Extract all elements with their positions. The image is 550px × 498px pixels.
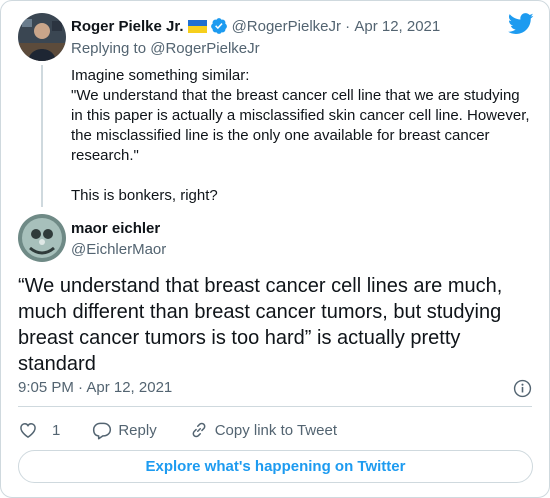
- copy-link-button[interactable]: Copy link to Tweet: [189, 420, 337, 440]
- verified-badge-icon: [210, 18, 227, 34]
- avatar-roger-pielke[interactable]: [18, 13, 66, 61]
- avatar-maor-eichler[interactable]: [18, 214, 66, 262]
- reply-bubble-icon: [93, 422, 112, 440]
- quoted-author-handle[interactable]: @RogerPielkeJr: [232, 18, 341, 35]
- ukraine-flag-icon: [187, 19, 207, 33]
- main-tweet-text: “We understand that breast cancer cell l…: [18, 275, 503, 375]
- thread-connector-line: [41, 65, 43, 207]
- reply-label: Reply: [118, 421, 157, 439]
- reply-button[interactable]: Reply: [92, 420, 157, 440]
- quoted-text-line: This is bonkers, right?: [71, 187, 218, 204]
- replying-to-label[interactable]: Replying to @RogerPielkeJr: [71, 40, 260, 57]
- link-icon: [192, 422, 206, 438]
- actions-divider: [18, 406, 532, 407]
- quoted-text-line: "We understand that the breast cancer ce…: [71, 87, 534, 164]
- main-author-handle[interactable]: @EichlerMaor: [71, 241, 166, 258]
- like-count: 1: [52, 421, 61, 439]
- tweet-embed-card: Roger Pielke Jr. @RogerPielkeJr · Apr 12…: [0, 0, 550, 498]
- twitter-logo-icon[interactable]: [508, 13, 534, 35]
- main-author-name[interactable]: maor eichler: [71, 220, 160, 237]
- explore-twitter-button[interactable]: Explore what's happening on Twitter: [18, 450, 533, 483]
- quoted-author-name[interactable]: Roger Pielke Jr.: [71, 18, 184, 35]
- tweet-actions-bar: 1 Reply Copy link to Tweet: [18, 419, 369, 441]
- tweet-timestamp[interactable]: 9:05 PM · Apr 12, 2021: [18, 379, 172, 396]
- info-icon[interactable]: [513, 379, 532, 398]
- heart-icon: [20, 422, 36, 438]
- copy-link-label: Copy link to Tweet: [214, 421, 337, 439]
- like-button[interactable]: 1: [18, 420, 60, 440]
- quoted-tweet-header: Roger Pielke Jr. @RogerPielkeJr · Apr 12…: [71, 17, 440, 35]
- quoted-tweet-date[interactable]: Apr 12, 2021: [354, 18, 440, 35]
- header-separator: ·: [341, 17, 355, 35]
- quoted-tweet-text: Imagine something similar: "We understan…: [71, 66, 531, 206]
- quoted-text-line: Imagine something similar:: [71, 67, 250, 84]
